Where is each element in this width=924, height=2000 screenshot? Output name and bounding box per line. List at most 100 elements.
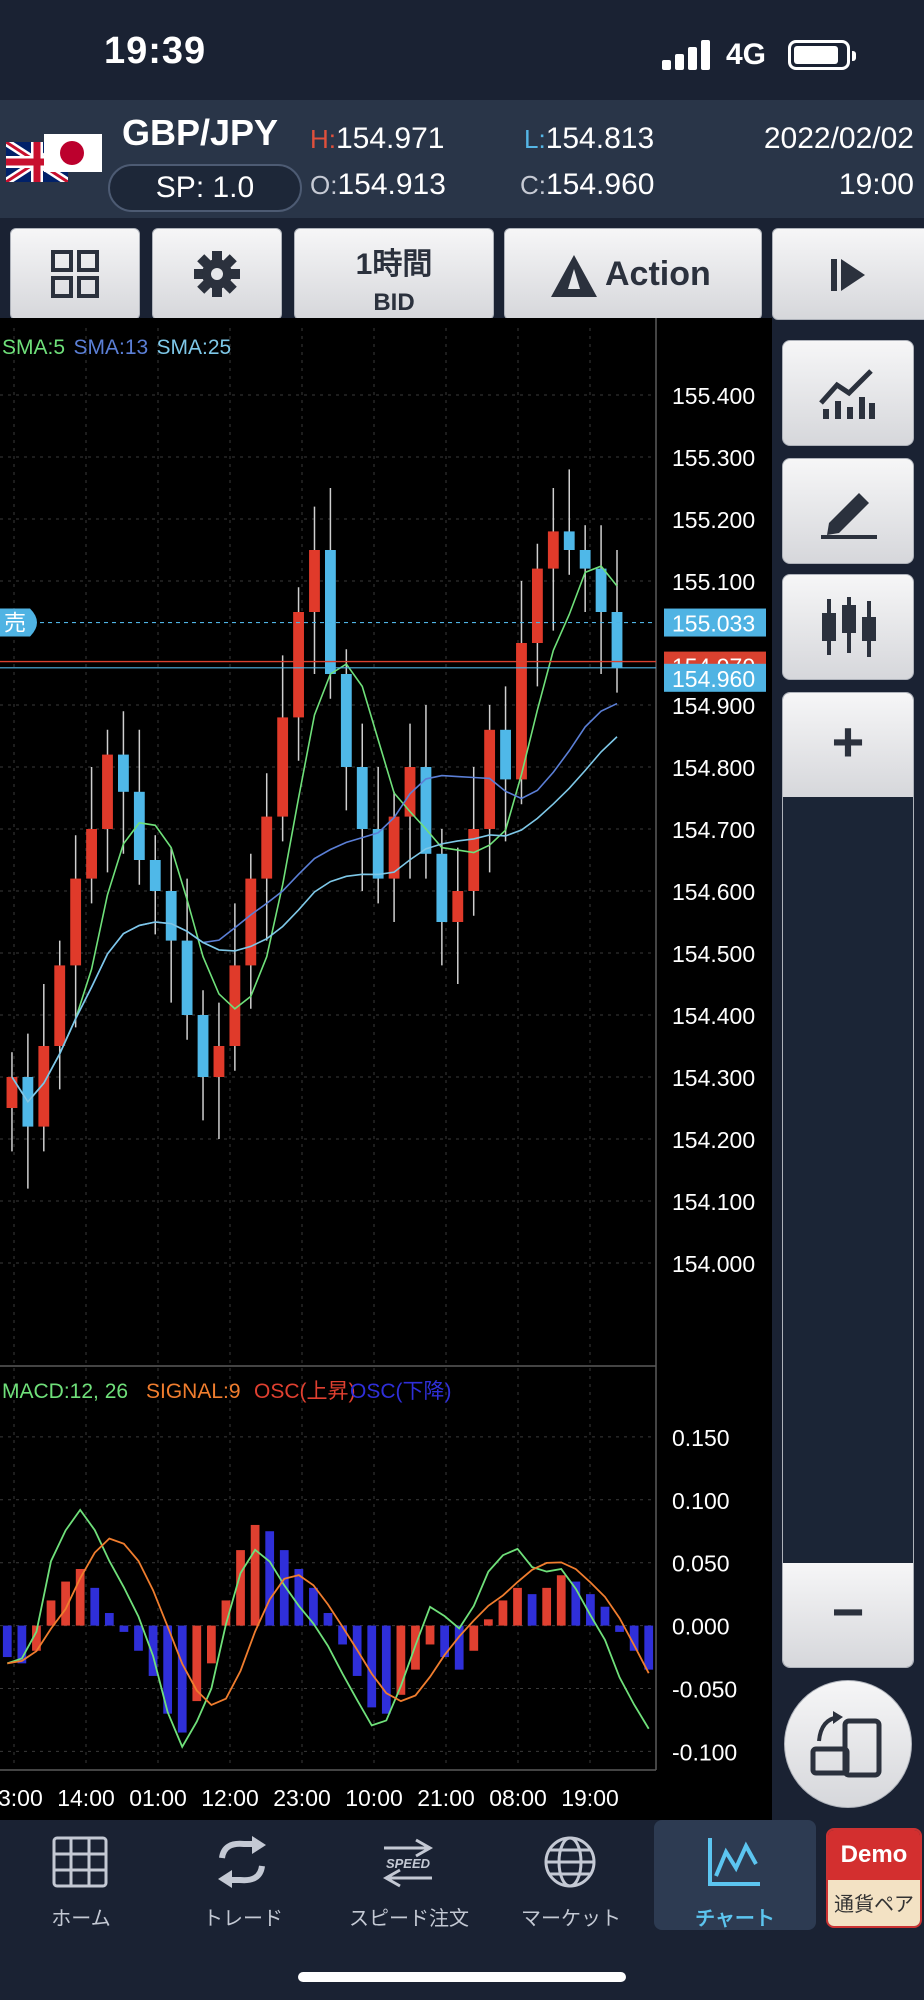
osc-bar bbox=[119, 1625, 129, 1632]
spread-badge: SP: 1.0 bbox=[108, 164, 302, 212]
nav-chart-label: チャート bbox=[695, 1908, 775, 1930]
timeframe-button[interactable]: 1時間 BID bbox=[294, 228, 494, 320]
pen-icon bbox=[821, 493, 877, 539]
osc-bar bbox=[104, 1613, 114, 1626]
x-tick-label: 21:00 bbox=[417, 1785, 475, 1811]
nav-home-label: ホーム bbox=[51, 1908, 111, 1930]
y-tick-label: 154.400 bbox=[672, 1003, 755, 1029]
y-tick-label: 155.200 bbox=[672, 507, 755, 533]
nav-speed-order[interactable]: SPEED スピード注文 bbox=[328, 1820, 490, 1930]
osc-bar bbox=[644, 1625, 654, 1670]
scroll-latest-button[interactable] bbox=[772, 228, 924, 320]
y-tick-label: 154.000 bbox=[672, 1251, 755, 1277]
home-grid-icon bbox=[52, 1836, 108, 1888]
y-tick-label: 155.300 bbox=[672, 445, 755, 471]
osc-bar bbox=[498, 1600, 508, 1626]
candle-body bbox=[436, 853, 448, 922]
candle-body bbox=[118, 754, 129, 792]
chart-area[interactable]: 155.400 155.300 155.200 155.100 154.900 154.8… bbox=[0, 318, 772, 1820]
layout-button[interactable] bbox=[10, 228, 140, 320]
settings-button[interactable] bbox=[152, 228, 282, 320]
play-forward-icon bbox=[831, 259, 865, 291]
candle-body bbox=[547, 531, 559, 569]
currency-pair[interactable]: GBP/JPY bbox=[122, 112, 278, 154]
status-time: 19:39 bbox=[104, 30, 207, 72]
indicator-chart-icon bbox=[819, 369, 875, 419]
candle-body bbox=[277, 717, 289, 817]
macd-legend-1: SIGNAL:9 bbox=[146, 1380, 241, 1403]
rotate-device-icon bbox=[810, 1711, 882, 1778]
action-label: Action bbox=[605, 255, 711, 293]
macd-legend-2: OSC(上昇) bbox=[254, 1380, 356, 1403]
demo-badge[interactable]: Demo 通貨ペア bbox=[826, 1828, 922, 1928]
x-tick-label: 10:00 bbox=[345, 1785, 403, 1811]
open-quote: O:154.913 bbox=[310, 168, 446, 201]
sell-marker-label: 売 bbox=[4, 611, 26, 636]
zoom-out-button[interactable]: − bbox=[783, 1563, 913, 1667]
candle-body bbox=[595, 568, 607, 612]
candle-body bbox=[54, 965, 66, 1046]
nav-chart[interactable]: チャート bbox=[654, 1820, 816, 1930]
osc-bar bbox=[600, 1606, 610, 1626]
nav-home[interactable]: ホーム bbox=[0, 1820, 162, 1930]
chart-svg[interactable]: 155.400 155.300 155.200 155.100 154.900 154.8… bbox=[0, 318, 772, 1820]
y-tick-label: 154.800 bbox=[672, 755, 755, 781]
macd-legend-0: MACD:12, 26 bbox=[2, 1380, 128, 1403]
price-type-label: BID bbox=[373, 289, 415, 316]
y-tick-label: 154.600 bbox=[672, 879, 755, 905]
candle-body bbox=[404, 767, 416, 817]
quote-date: 2022/02/02 bbox=[763, 122, 914, 155]
osc-bar bbox=[2, 1625, 12, 1658]
sma-legend-2: SMA:25 bbox=[157, 336, 232, 359]
minus-icon: − bbox=[831, 1580, 865, 1643]
candle-body bbox=[531, 568, 543, 643]
home-indicator[interactable] bbox=[298, 1972, 626, 1982]
macd-tick-label: 0.000 bbox=[672, 1614, 730, 1640]
candle-body bbox=[261, 816, 273, 879]
y-tick-label: 154.500 bbox=[672, 941, 755, 967]
macd-tick-label: 0.150 bbox=[672, 1425, 730, 1451]
candle-body bbox=[38, 1046, 50, 1127]
gear-icon bbox=[194, 251, 240, 297]
trade-exchange-icon bbox=[218, 1836, 266, 1888]
macd-tick-label: -0.100 bbox=[672, 1739, 737, 1765]
candle-body bbox=[340, 674, 352, 767]
quote-time: 19:00 bbox=[838, 168, 914, 201]
right-panel: + − bbox=[772, 328, 924, 1820]
zoom-in-button[interactable]: + bbox=[783, 693, 913, 797]
indicator-button[interactable] bbox=[782, 340, 914, 446]
x-tick-label: 3:00 bbox=[0, 1785, 43, 1811]
y-tick-label: 154.300 bbox=[672, 1065, 755, 1091]
x-tick-label: 01:00 bbox=[129, 1785, 187, 1811]
candle-body bbox=[245, 878, 257, 966]
x-tick-label: 23:00 bbox=[273, 1785, 331, 1811]
candle-body bbox=[197, 1015, 209, 1077]
candle-body bbox=[500, 729, 511, 780]
timeframe-label: 1時間 bbox=[355, 248, 433, 281]
network-label: 4G bbox=[726, 38, 767, 71]
nav-trade[interactable]: トレード bbox=[162, 1820, 324, 1930]
osc-bar bbox=[542, 1587, 552, 1626]
y-tick-label: 154.200 bbox=[672, 1127, 755, 1153]
candle-body bbox=[213, 1046, 225, 1077]
osc-bar bbox=[469, 1625, 479, 1651]
sma-legend-0: SMA:5 bbox=[2, 336, 65, 359]
rotate-screen-button[interactable] bbox=[784, 1680, 912, 1808]
osc-bar bbox=[513, 1587, 522, 1626]
nav-market[interactable]: マーケット bbox=[490, 1820, 652, 1930]
candle-body bbox=[372, 829, 384, 879]
action-button[interactable]: Action bbox=[504, 228, 762, 320]
macd-tick-label: 0.050 bbox=[672, 1551, 730, 1577]
zoom-track[interactable] bbox=[783, 797, 913, 1565]
status-bar: 19:39 4G bbox=[0, 0, 924, 100]
macd-tick-label: -0.050 bbox=[672, 1677, 737, 1703]
drawing-button[interactable] bbox=[782, 458, 914, 564]
candle-body bbox=[611, 612, 623, 668]
osc-bar bbox=[207, 1625, 216, 1664]
candle-body bbox=[133, 791, 145, 860]
y-tick-label: 155.400 bbox=[672, 383, 755, 409]
chart-type-button[interactable] bbox=[782, 574, 914, 680]
candle-body bbox=[149, 860, 161, 891]
battery-icon bbox=[788, 40, 856, 70]
sma-legend-1: SMA:13 bbox=[74, 336, 149, 359]
